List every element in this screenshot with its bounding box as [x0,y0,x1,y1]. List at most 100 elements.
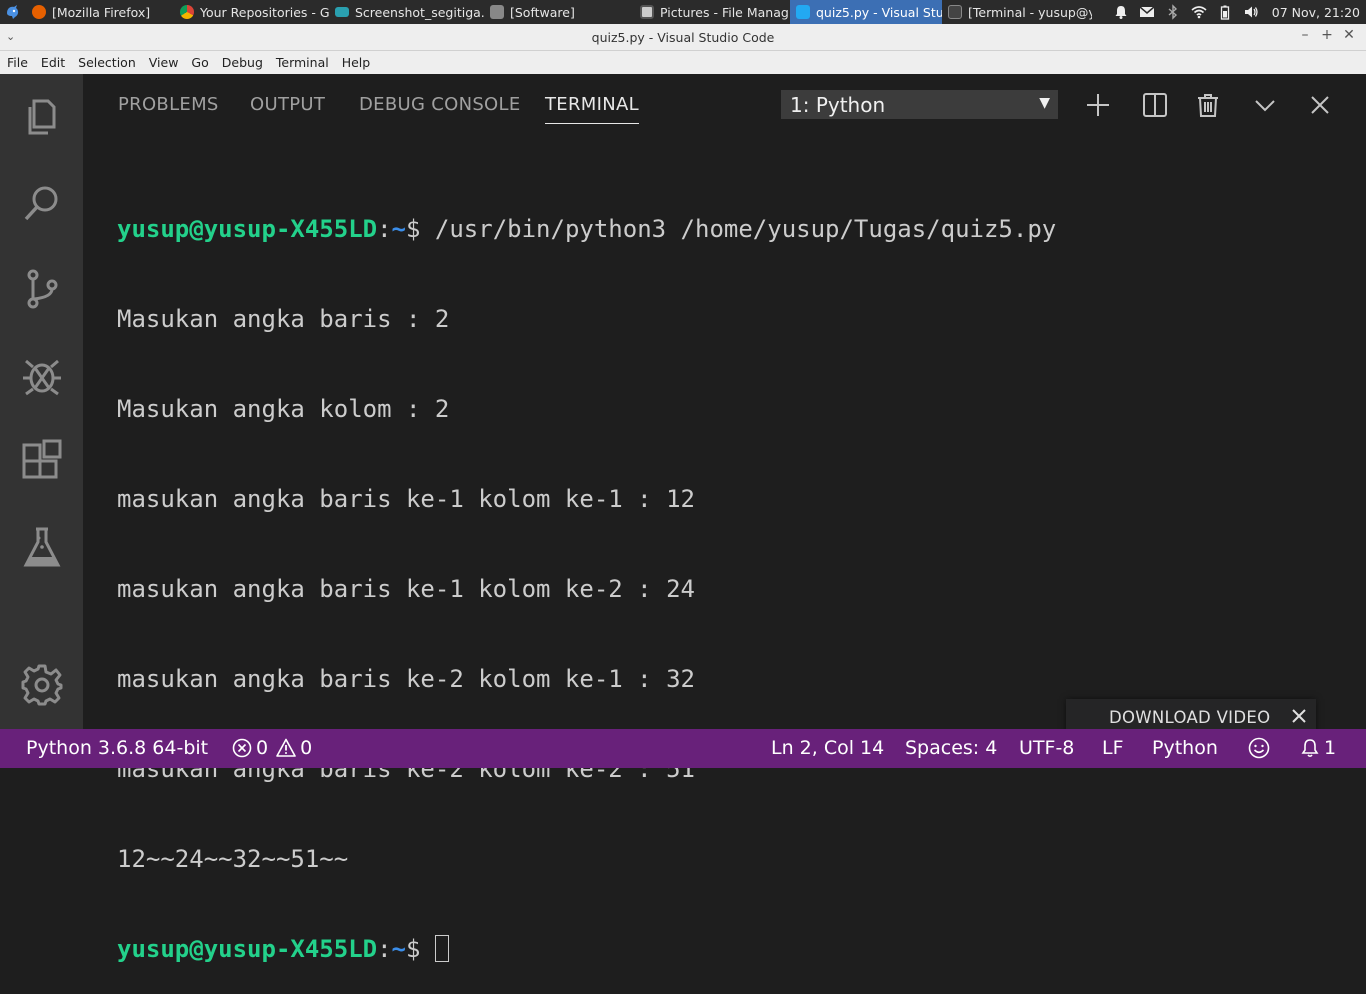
prompt-symbol: $ [406,935,435,963]
menu-bar: File Edit Selection View Go Debug Termin… [0,51,1366,74]
warning-icon [276,738,296,757]
bell-icon [1301,739,1319,758]
terminal-cursor [434,935,449,962]
encoding[interactable]: UTF-8 [1019,737,1074,759]
window-title: quiz5.py - Visual Studio Code [591,29,775,45]
task-chrome[interactable]: Your Repositories - G... [174,0,329,24]
tab-terminal[interactable]: TERMINAL [545,94,639,124]
notification-count: 1 [1324,737,1337,759]
terminal-output-line: masukan angka baris ke-1 kolom ke-1 : 12 [117,485,695,513]
source-control-icon[interactable] [0,246,83,332]
terminal-prompt-line: yusup@yusup-X455LD:~$ [117,934,1317,964]
error-icon [232,738,252,758]
task-label: Your Repositories - G... [200,4,329,20]
maximize-panel-button[interactable] [1250,90,1280,120]
warning-count: 0 [300,737,313,759]
end-of-line[interactable]: LF [1102,737,1124,759]
prompt-symbol: $ [406,215,435,243]
python-interpreter[interactable]: Python 3.6.8 64-bit [26,737,208,759]
task-software[interactable]: [Software] [484,0,634,24]
tab-output[interactable]: OUTPUT [250,94,325,123]
app-menu-icon[interactable] [0,0,26,24]
task-label: Screenshot_segitiga.... [355,4,484,20]
notification-bell-icon[interactable] [1113,4,1129,20]
terminal-output-line: masukan angka baris ke-1 kolom ke-2 : 24 [117,575,695,603]
terminal-select-value: 1: Python [790,92,886,117]
prompt-path: ~ [391,935,406,963]
error-count: 0 [256,737,269,759]
new-terminal-button[interactable] [1083,90,1113,120]
prompt-user: yusup@yusup-X455LD [117,935,378,963]
close-panel-button[interactable] [1305,90,1335,120]
task-file-manager[interactable]: Pictures - File Manag... [634,0,790,24]
task-vscode[interactable]: quiz5.py - Visual Stu... [790,0,942,24]
terminal-output-line: 12~~24~~32~~51~~ [117,845,349,873]
gear-icon[interactable] [0,642,83,728]
chevron-down-icon [1255,100,1275,112]
menu-help[interactable]: Help [335,55,377,70]
notifications-indicator[interactable]: 1 [1300,737,1336,759]
window-titlebar: ⌄ quiz5.py - Visual Studio Code – + ✕ [0,24,1366,51]
terminal-output-line: Masukan angka kolom : 2 [117,395,450,423]
mail-icon[interactable] [1139,4,1155,20]
image-viewer-icon [335,7,349,17]
vscode-icon [796,5,810,19]
explorer-icon[interactable] [0,74,83,160]
volume-icon[interactable] [1243,4,1259,20]
task-screenshot[interactable]: Screenshot_segitiga.... [329,0,484,24]
search-icon[interactable] [0,160,83,246]
bluetooth-icon[interactable] [1165,4,1181,20]
file-manager-icon [640,5,654,19]
window-menu-chevron-icon[interactable]: ⌄ [6,30,15,43]
software-icon [490,5,504,19]
menu-go[interactable]: Go [184,55,214,70]
tab-problems[interactable]: PROBLEMS [118,94,219,123]
debug-icon[interactable] [0,332,83,418]
chrome-icon [180,5,194,19]
minimize-button[interactable]: – [1294,27,1316,43]
split-terminal-button[interactable] [1140,90,1170,120]
task-label: [Terminal - yusup@y... [968,4,1092,20]
close-window-button[interactable]: ✕ [1338,27,1360,43]
kill-terminal-button[interactable] [1193,90,1223,120]
language-mode[interactable]: Python [1152,737,1218,759]
split-icon [1143,93,1167,117]
test-flask-icon[interactable] [0,504,83,590]
clock[interactable]: 07 Nov, 21:20 [1272,5,1360,20]
menu-view[interactable]: View [142,55,185,70]
terminal-output[interactable]: yusup@yusup-X455LD:~$ /usr/bin/python3 /… [117,154,1317,994]
activity-bar [0,74,83,729]
system-taskbar: [Mozilla Firefox] Your Repositories - G.… [0,0,1366,24]
menu-edit[interactable]: Edit [34,55,71,70]
firefox-icon [32,5,46,19]
extensions-icon[interactable] [0,418,83,504]
add-icon [1087,94,1109,116]
close-icon[interactable] [1290,707,1308,725]
menu-debug[interactable]: Debug [215,55,269,70]
task-label: Pictures - File Manag... [660,4,790,20]
terminal-output-line: Masukan angka baris : 2 [117,305,450,333]
battery-icon[interactable] [1217,4,1233,20]
prompt-path: ~ [391,215,406,243]
feedback-smiley-icon[interactable] [1248,737,1274,759]
window-controls: – + ✕ [1294,27,1360,43]
menu-selection[interactable]: Selection [71,55,142,70]
tab-debug-console[interactable]: DEBUG CONSOLE [359,94,521,123]
task-label: [Software] [510,4,575,20]
menu-file[interactable]: File [0,55,34,70]
trash-icon [1198,94,1218,117]
indentation[interactable]: Spaces: 4 [905,737,997,759]
prompt-user: yusup@yusup-X455LD [117,215,378,243]
cursor-position[interactable]: Ln 2, Col 14 [771,737,884,759]
prompt-separator: : [377,215,392,243]
maximize-button[interactable]: + [1316,27,1338,43]
wifi-icon[interactable] [1191,4,1207,20]
download-video-label[interactable]: DOWNLOAD VIDEO [1109,708,1270,727]
terminal-command: /usr/bin/python3 /home/yusup/Tugas/quiz5… [434,215,1057,243]
menu-terminal[interactable]: Terminal [269,55,335,70]
task-firefox[interactable]: [Mozilla Firefox] [26,0,174,24]
terminal-select[interactable]: 1: Python ▼ [781,90,1058,119]
status-bar: Python 3.6.8 64-bit 0 0 Ln 2, Col 14 Spa… [0,729,1366,768]
problems-indicator[interactable]: 0 0 [232,737,312,759]
task-terminal[interactable]: [Terminal - yusup@y... [942,0,1092,24]
